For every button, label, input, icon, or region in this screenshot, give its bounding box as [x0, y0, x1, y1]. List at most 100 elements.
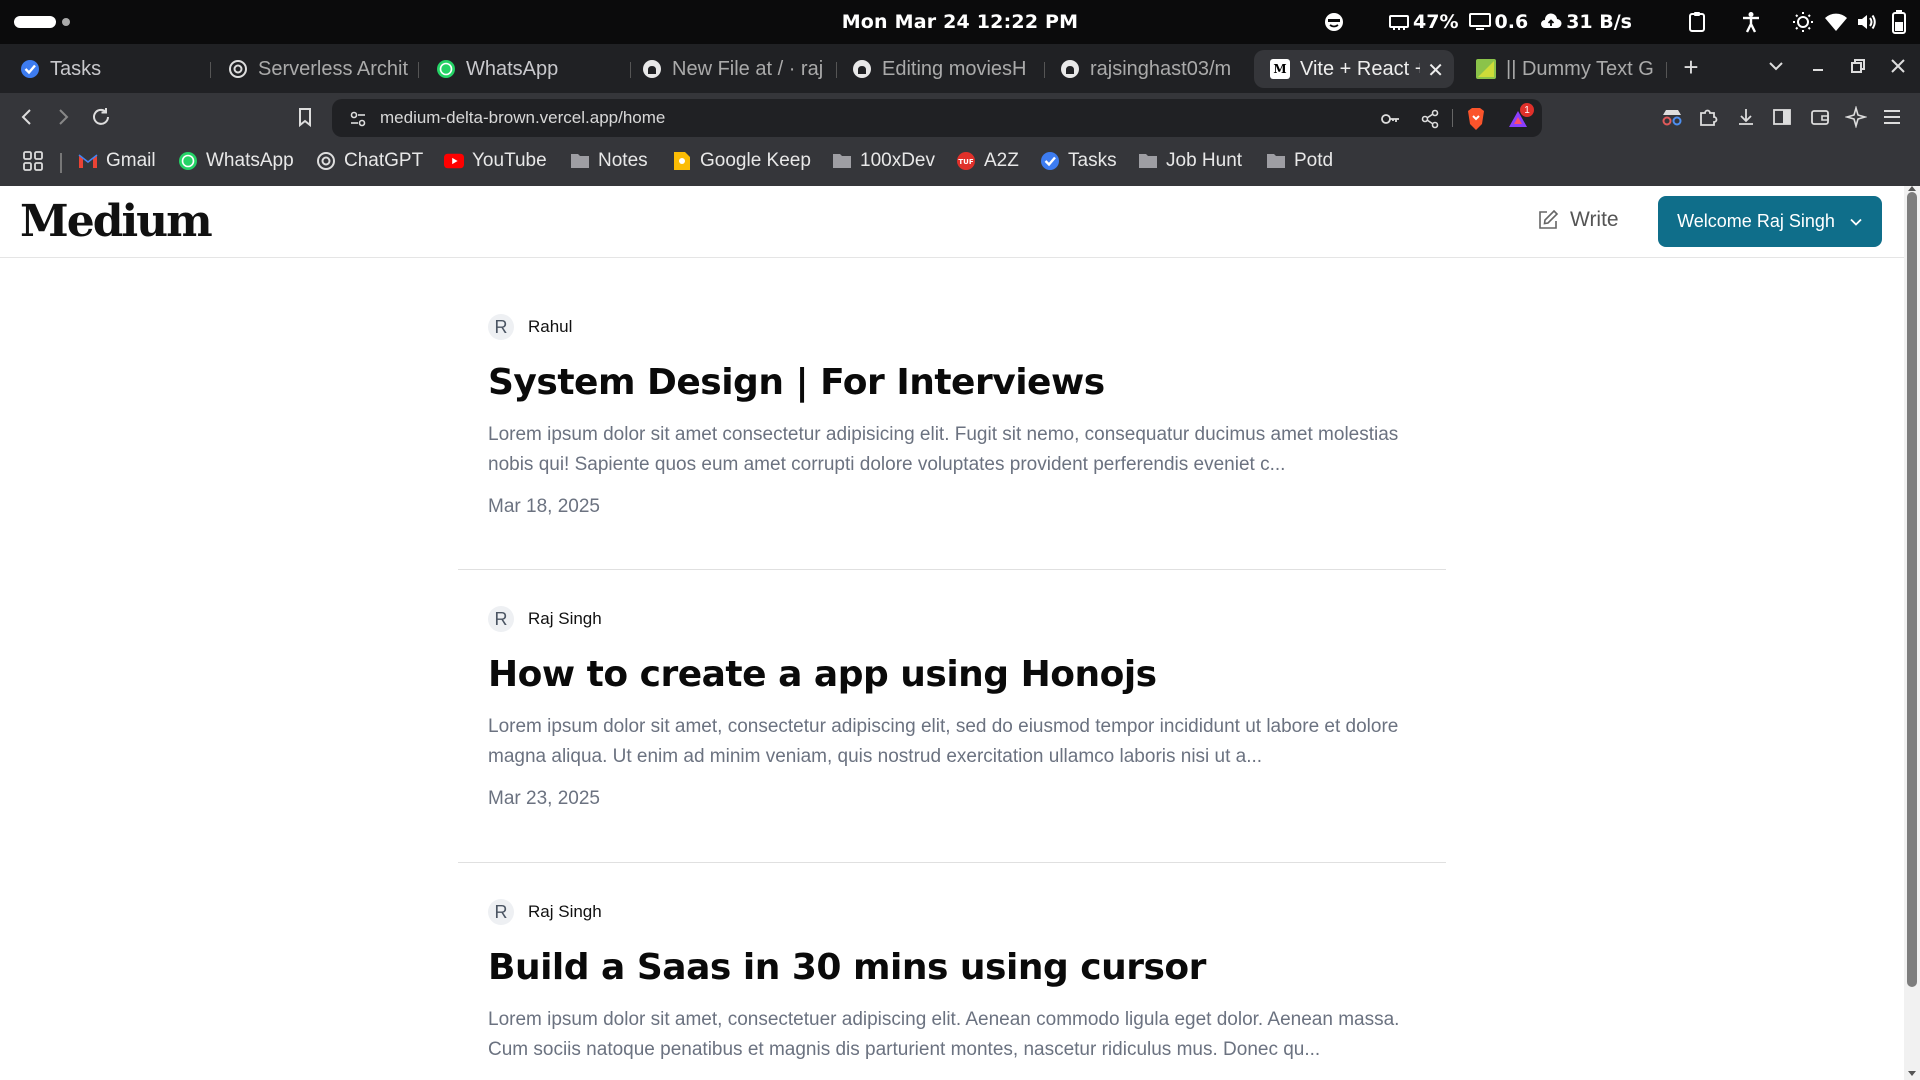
back-button[interactable]	[12, 102, 42, 132]
post-title[interactable]: Build a Saas in 30 mins using cursor	[488, 947, 1206, 988]
gmail-icon	[78, 151, 98, 171]
leo-ai-icon[interactable]	[1842, 103, 1870, 131]
restore-icon[interactable]	[1846, 54, 1870, 78]
clipboard-icon[interactable]	[1688, 11, 1706, 33]
network-speed-indicator[interactable]: 31 B/s	[1540, 11, 1632, 33]
close-tab-icon[interactable]: ✕	[1427, 58, 1444, 83]
display-indicator[interactable]: 0.6	[1468, 11, 1529, 33]
browser-toolbar: medium-delta-brown.vercel.app/home 1	[0, 93, 1920, 141]
bookmark-page-button[interactable]	[290, 102, 320, 132]
brightness-icon[interactable]	[1792, 11, 1814, 33]
share-icon[interactable]	[1418, 107, 1442, 131]
new-tab-button[interactable]: +	[1676, 52, 1706, 82]
post-author-row: R Raj Singh	[488, 899, 602, 925]
post-date: Mar 18, 2025	[488, 496, 600, 517]
bookmark-google-keep[interactable]: Google Keep	[672, 150, 811, 172]
tab-vite-react-active[interactable]: M Vite + React + ✕	[1254, 50, 1454, 88]
system-status-area: 47% 0.6 31 B/s	[1323, 0, 1920, 44]
tab-search-chevron-icon[interactable]	[1764, 54, 1788, 78]
extensions-puzzle-icon[interactable]	[1694, 103, 1722, 131]
bookmarks-divider	[60, 153, 62, 173]
tab-tasks[interactable]: Tasks	[0, 50, 210, 88]
sidebar-toggle-icon[interactable]	[1768, 103, 1796, 131]
bookmark-100xdev[interactable]: 100xDev	[832, 150, 935, 172]
bookmark-label: ChatGPT	[344, 150, 424, 171]
folder-icon	[570, 151, 590, 171]
tab-strip: Tasks Serverless Archit WhatsApp New Fil…	[0, 44, 1920, 93]
close-window-icon[interactable]	[1886, 54, 1910, 78]
tab-new-file[interactable]: New File at / · raj	[622, 50, 832, 88]
bookmark-gmail[interactable]: Gmail	[78, 150, 156, 172]
minimize-icon[interactable]	[1806, 54, 1830, 78]
edit-icon	[1539, 209, 1559, 229]
incognito-extension-icon[interactable]	[1658, 103, 1686, 131]
post-card[interactable]: R Raj Singh Build a Saas in 30 mins usin…	[458, 863, 1446, 1080]
site-settings-icon[interactable]	[346, 107, 370, 131]
post-card[interactable]: R Rahul System Design | For Interviews L…	[458, 258, 1446, 570]
medium-logo[interactable]: Medium	[20, 196, 213, 247]
wifi-icon[interactable]	[1824, 12, 1848, 32]
dummytext-icon	[1476, 59, 1496, 79]
scroll-up-arrow-icon[interactable]	[1908, 186, 1916, 191]
bookmark-chatgpt[interactable]: ChatGPT	[316, 150, 423, 172]
tab-whatsapp[interactable]: WhatsApp	[416, 50, 626, 88]
reload-button[interactable]	[86, 102, 116, 132]
address-bar[interactable]: medium-delta-brown.vercel.app/home 1	[332, 99, 1542, 137]
bookmark-label: WhatsApp	[206, 150, 294, 171]
bookmark-tasks[interactable]: Tasks	[1040, 150, 1117, 172]
face-icon[interactable]	[1323, 11, 1345, 33]
bookmark-job-hunt[interactable]: Job Hunt	[1138, 150, 1242, 172]
bookmark-potd[interactable]: Potd	[1266, 150, 1333, 172]
web-page: Medium Write Welcome Raj Singh R Rahul S…	[0, 186, 1904, 1080]
tab-label: Editing moviesH	[882, 57, 1027, 80]
user-menu-button[interactable]: Welcome Raj Singh	[1658, 196, 1882, 247]
avatar: R	[488, 606, 514, 632]
tab-separator	[1666, 62, 1667, 78]
forward-button[interactable]	[48, 102, 78, 132]
write-button[interactable]: Write	[1536, 208, 1619, 232]
post-card[interactable]: R Raj Singh How to create a app using Ho…	[458, 570, 1446, 863]
download-icon[interactable]	[1732, 103, 1760, 131]
url-text[interactable]: medium-delta-brown.vercel.app/home	[380, 108, 665, 128]
menu-icon[interactable]	[1878, 103, 1906, 131]
volume-icon[interactable]	[1856, 12, 1878, 32]
brave-shields-icon[interactable]	[1464, 107, 1488, 131]
system-top-bar: Mon Mar 24 12:22 PM 47% 0.6 31 B/s	[0, 0, 1920, 44]
tab-label: New File at / · raj	[672, 57, 824, 80]
post-title[interactable]: How to create a app using Honojs	[488, 654, 1157, 695]
cloud-upload-icon	[1541, 13, 1562, 28]
welcome-label: Welcome Raj Singh	[1677, 211, 1835, 231]
bookmark-a2z[interactable]: TUF A2Z	[956, 150, 1019, 172]
tab-label: || Dummy Text G	[1506, 57, 1654, 80]
tab-dummy-text[interactable]: || Dummy Text G	[1456, 50, 1656, 88]
svg-text:TUF: TUF	[958, 158, 973, 166]
password-key-icon[interactable]	[1378, 107, 1402, 131]
display-value: 0.6	[1494, 11, 1529, 33]
wallet-icon[interactable]	[1806, 103, 1834, 131]
tab-editing-movies[interactable]: Editing moviesH	[832, 50, 1032, 88]
apps-grid-icon[interactable]	[22, 150, 44, 172]
scroll-down-arrow-icon[interactable]	[1908, 1071, 1916, 1076]
bookmark-label: Notes	[598, 150, 648, 171]
memory-indicator[interactable]: 47%	[1389, 11, 1459, 33]
battery-percent: 47%	[1413, 11, 1459, 33]
post-title[interactable]: System Design | For Interviews	[488, 362, 1105, 403]
bookmark-youtube[interactable]: YouTube	[444, 150, 547, 172]
post-excerpt: Lorem ipsum dolor sit amet, consectetur …	[488, 716, 1399, 767]
author-name: Raj Singh	[528, 902, 602, 921]
folder-icon	[1138, 151, 1158, 171]
bookmark-whatsapp[interactable]: WhatsApp	[178, 150, 294, 172]
github-icon	[852, 59, 872, 79]
tab-label: Tasks	[50, 57, 102, 80]
scroll-thumb[interactable]	[1907, 192, 1917, 987]
write-label: Write	[1570, 208, 1619, 231]
whatsapp-icon	[436, 59, 456, 79]
monitor-icon	[1468, 13, 1491, 30]
tab-serverless[interactable]: Serverless Archit	[208, 50, 408, 88]
bookmark-notes[interactable]: Notes	[570, 150, 648, 172]
tab-rajsinghast03[interactable]: rajsinghast03/m	[1040, 50, 1240, 88]
brave-rewards-icon[interactable]: 1	[1506, 103, 1534, 131]
battery-icon[interactable]	[1892, 10, 1906, 34]
accessibility-icon[interactable]	[1740, 11, 1762, 33]
page-scrollbar[interactable]	[1904, 186, 1920, 1080]
